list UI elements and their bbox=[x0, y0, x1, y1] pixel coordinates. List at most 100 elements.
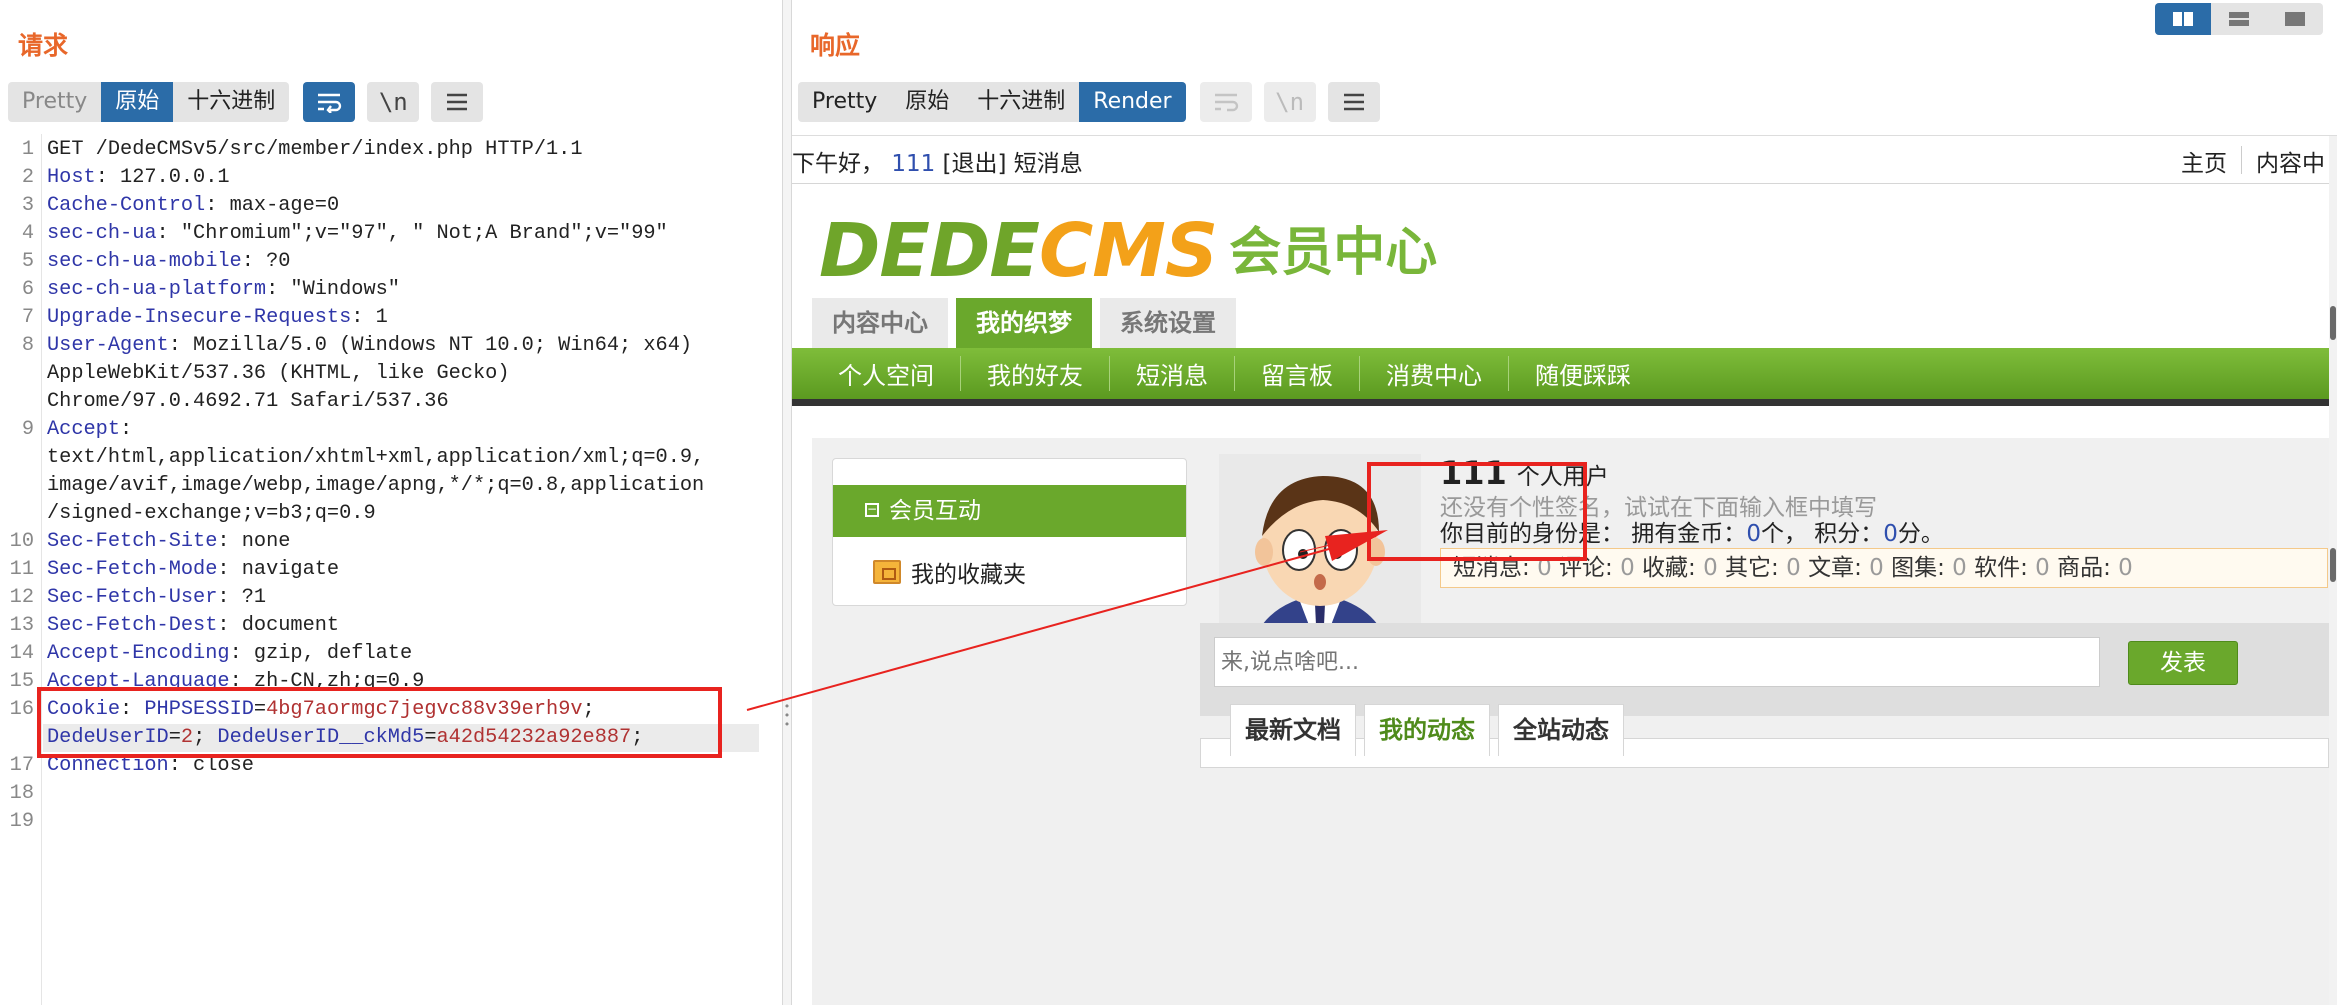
request-line: sec-ch-ua-platform: "Windows" bbox=[47, 276, 400, 304]
header-value: : document bbox=[217, 614, 340, 637]
header-value: : 127.0.0.1 bbox=[95, 166, 230, 189]
response-menu-button[interactable] bbox=[1327, 82, 1380, 122]
tab-content-center[interactable]: 内容中心 bbox=[812, 298, 948, 348]
line-number: 1 bbox=[21, 138, 34, 161]
request-toolbar: Pretty 原始 十六进制 \n bbox=[8, 82, 484, 122]
link-separator bbox=[2241, 146, 2242, 174]
greeting-text: 下午好， bbox=[792, 151, 884, 177]
request-line: image/avif,image/webp,image/apng,*/*;q=0… bbox=[47, 472, 704, 500]
burp-message-editor: 请求 Pretty 原始 十六进制 \n 1 GET /DedeCMSv5/src… bbox=[0, 0, 2337, 1005]
username-link[interactable]: 111 bbox=[891, 151, 935, 177]
stat-colon: : bbox=[1605, 555, 1621, 581]
header-name: sec-ch-ua-platform bbox=[47, 278, 267, 301]
side-menu-favorites[interactable]: 我的收藏夹 bbox=[873, 555, 1026, 589]
tab-site-activity[interactable]: 全站动态 bbox=[1498, 704, 1624, 756]
annotation-box-username bbox=[1367, 462, 1587, 561]
split-vertical-icon[interactable] bbox=[2211, 3, 2267, 35]
annotation-box-cookie bbox=[37, 687, 722, 758]
single-pane-icon[interactable] bbox=[2267, 3, 2323, 35]
tab-my-activity[interactable]: 我的动态 bbox=[1364, 704, 1490, 756]
post-input[interactable] bbox=[1214, 637, 2100, 687]
tab-my-dream[interactable]: 我的织梦 bbox=[956, 298, 1092, 348]
header-value: : none bbox=[217, 530, 291, 553]
stat-value: 0 bbox=[1786, 555, 1801, 581]
header-name: Host bbox=[47, 166, 96, 189]
header-name: Sec-Fetch-Mode bbox=[47, 558, 218, 581]
request-line: Sec-Fetch-Mode: navigate bbox=[47, 556, 339, 584]
divider-grip-icon[interactable]: • • • bbox=[783, 701, 791, 730]
stat-gap bbox=[2050, 555, 2057, 581]
stat-colon: : bbox=[2020, 555, 2036, 581]
tab-raw[interactable]: 原始 bbox=[891, 82, 963, 122]
stat-colon: : bbox=[1771, 555, 1787, 581]
side-menu: − 会员互动 我的收藏夹 bbox=[832, 458, 1187, 606]
side-menu-header-label: 会员互动 bbox=[889, 498, 981, 524]
stat-gap bbox=[1801, 555, 1808, 581]
hamburger-menu-icon bbox=[1343, 93, 1364, 111]
header-name: Accept bbox=[47, 418, 121, 441]
stat-value: 0 bbox=[2035, 555, 2050, 581]
stat-colon: : bbox=[1937, 555, 1953, 581]
subnav-friends[interactable]: 我的好友 bbox=[961, 356, 1110, 391]
line-number: 4 bbox=[21, 222, 34, 245]
header-value: : bbox=[120, 418, 133, 441]
header-name: Cache-Control bbox=[47, 194, 206, 217]
header-value: : "Chromium";v="97", " Not;A Brand";v="9… bbox=[156, 222, 668, 245]
line-number: 13 bbox=[9, 614, 34, 637]
pane-divider[interactable] bbox=[782, 0, 792, 1005]
request-line: text/html,application/xhtml+xml,applicat… bbox=[47, 444, 704, 472]
stat-colon: : bbox=[2103, 555, 2119, 581]
request-line: Upgrade-Insecure-Requests: 1 bbox=[47, 304, 388, 332]
layout-toggle bbox=[2155, 3, 2323, 35]
request-menu-button[interactable] bbox=[431, 82, 484, 122]
request-line: Sec-Fetch-Dest: document bbox=[47, 612, 339, 640]
tab-hex[interactable]: 十六进制 bbox=[963, 82, 1079, 122]
stat-colon: : bbox=[1854, 555, 1870, 581]
line-number: 19 bbox=[9, 810, 34, 833]
tab-system-settings[interactable]: 系统设置 bbox=[1100, 298, 1236, 348]
subnav-guestbook[interactable]: 留言板 bbox=[1235, 356, 1360, 391]
side-menu-header[interactable]: − 会员互动 bbox=[833, 485, 1186, 537]
feed-tabs: 最新文档 我的动态 全站动态 bbox=[1230, 704, 1632, 756]
home-link[interactable]: 主页 bbox=[2181, 144, 2227, 178]
header-value: : ?1 bbox=[217, 586, 267, 609]
header-value: : Mozilla/5.0 (Windows NT 10.0; Win64; x… bbox=[168, 334, 693, 357]
tab-hex[interactable]: 十六进制 bbox=[173, 82, 289, 122]
request-line: Sec-Fetch-User: ?1 bbox=[47, 584, 266, 612]
messages-link[interactable]: 短消息 bbox=[1014, 151, 1083, 177]
line-number: 6 bbox=[21, 278, 34, 301]
line-number: 8 bbox=[21, 334, 34, 357]
split-horizontal-icon[interactable] bbox=[2155, 3, 2211, 35]
subnav-consumption[interactable]: 消费中心 bbox=[1360, 356, 1509, 391]
header-value: : "Windows" bbox=[266, 278, 400, 301]
tab-pretty[interactable]: Pretty bbox=[798, 82, 891, 122]
request-editor[interactable]: 1 GET /DedeCMSv5/src/member/index.php HTT… bbox=[0, 134, 782, 1005]
post-button[interactable]: 发表 bbox=[2128, 641, 2238, 685]
member-subnav: 个人空间 我的好友 短消息 留言板 消费中心 随便踩踩 bbox=[792, 348, 2329, 406]
tab-latest-docs[interactable]: 最新文档 bbox=[1230, 704, 1356, 756]
content-center-link[interactable]: 内容中 bbox=[2256, 144, 2325, 178]
subnav-messages[interactable]: 短消息 bbox=[1110, 356, 1235, 391]
logout-link[interactable]: [退出] bbox=[943, 151, 1007, 177]
tab-render[interactable]: Render bbox=[1079, 82, 1186, 122]
tab-pretty[interactable]: Pretty bbox=[8, 82, 101, 122]
dedecms-logo[interactable]: DEDECMS 会员中心 bbox=[819, 208, 1437, 294]
logo-member-center-text: 会员中心 bbox=[1229, 223, 1438, 283]
header-name: Sec-Fetch-User bbox=[47, 586, 218, 609]
request-line: Host: 127.0.0.1 bbox=[47, 164, 230, 192]
show-newlines-button[interactable]: \n bbox=[367, 82, 420, 122]
tab-raw[interactable]: 原始 bbox=[101, 82, 174, 122]
stat-gap bbox=[1967, 555, 1974, 581]
scrollbar-thumb[interactable] bbox=[2330, 306, 2336, 340]
stat-label: 商品 bbox=[2057, 555, 2104, 581]
member-main-tabs: 内容中心 我的织梦 系统设置 bbox=[812, 298, 1244, 348]
scrollbar-thumb[interactable] bbox=[2330, 548, 2336, 582]
word-wrap-button[interactable] bbox=[303, 82, 356, 122]
header-value: AppleWebKit/537.36 (KHTML, like Gecko) bbox=[47, 362, 510, 385]
subnav-browse[interactable]: 随便踩踩 bbox=[1509, 356, 1657, 391]
topbar-greeting: 下午好， 111 [退出] 短消息 bbox=[792, 144, 1083, 178]
subnav-personal-space[interactable]: 个人空间 bbox=[812, 356, 961, 391]
stat-value: 0 bbox=[1620, 555, 1635, 581]
header-value: : gzip, deflate bbox=[229, 642, 413, 665]
coins-value: 0 bbox=[1746, 521, 1761, 547]
